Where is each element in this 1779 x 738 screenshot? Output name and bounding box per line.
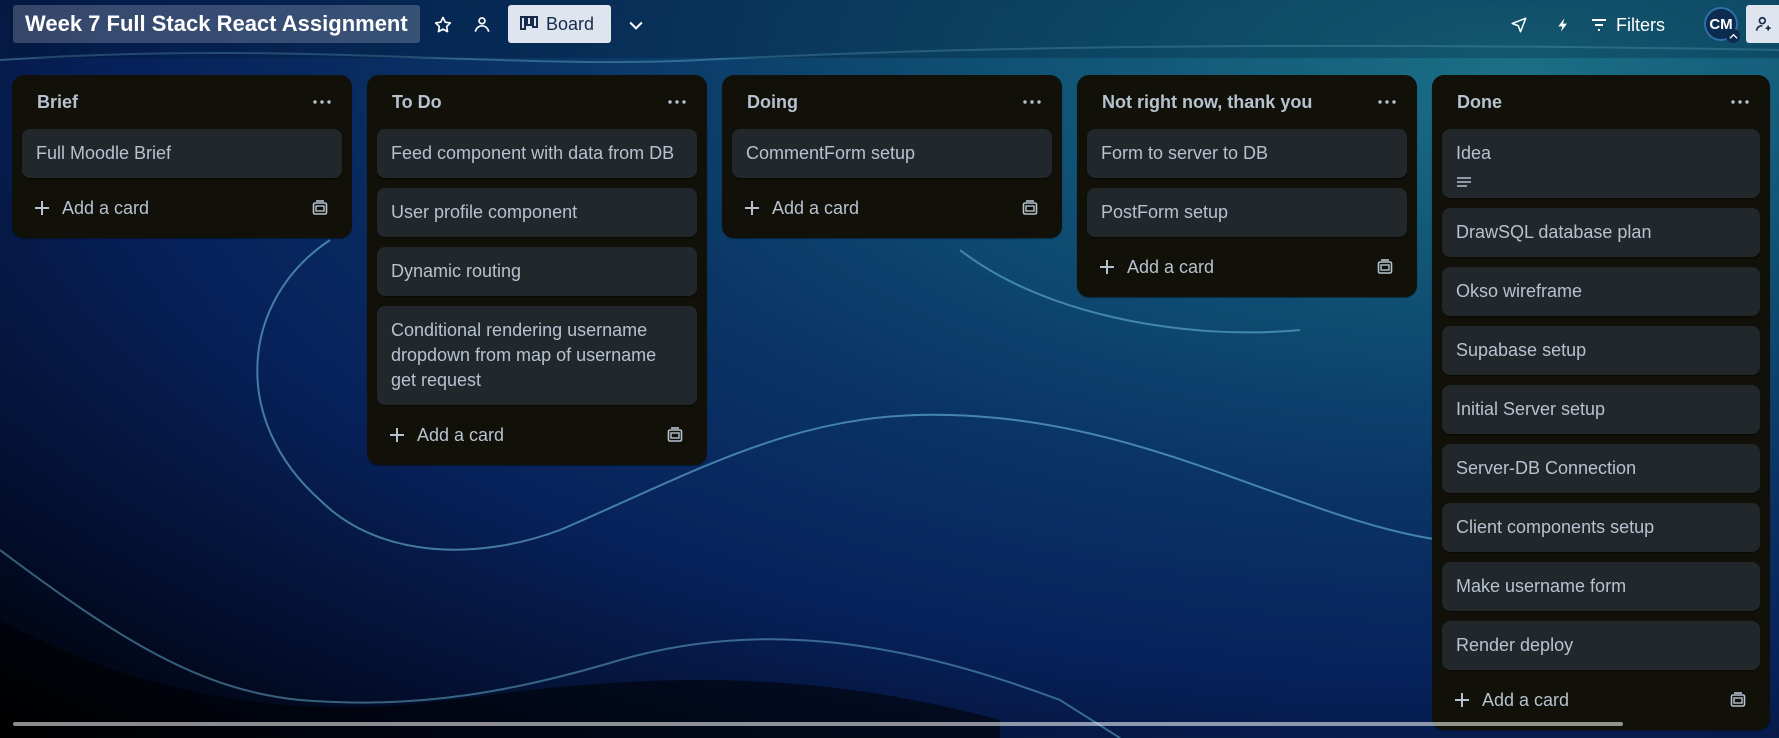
add-card-label: Add a card [417,424,505,445]
list-title[interactable]: Brief [37,92,78,113]
filters-button[interactable]: Filters [1590,8,1678,42]
card[interactable]: Dynamic routing [377,247,697,296]
card[interactable]: Form to server to DB [1087,129,1407,178]
create-from-template-button[interactable] [1016,194,1044,222]
card[interactable]: Client components setup [1442,503,1760,552]
plus-icon [1100,260,1114,274]
list-title[interactable]: To Do [392,92,442,113]
visibility-button[interactable] [468,11,496,39]
team-visibility-icon [474,17,490,32]
chevron-down-icon [629,21,643,30]
card[interactable]: Server-DB Connection [1442,444,1760,493]
add-card-button[interactable]: Add a card [1454,690,1569,711]
automation-button[interactable] [1549,11,1577,39]
card[interactable]: Idea [1442,129,1760,198]
card[interactable]: DrawSQL database plan [1442,208,1760,257]
card[interactable]: Make username form [1442,562,1760,611]
plus-icon [745,201,759,215]
board-header: Week 7 Full Stack React Assignment Board… [0,0,1779,58]
template-icon [667,427,683,442]
card-title: Idea [1456,143,1492,163]
add-card-button[interactable]: Add a card [1099,257,1214,278]
switch-views-button[interactable] [622,11,650,39]
board-view-label: Board [546,13,595,34]
plus-icon [390,428,404,442]
create-from-template-button[interactable] [1724,686,1752,714]
share-button[interactable] [1746,5,1779,43]
add-card-button[interactable]: Add a card [744,198,859,219]
template-icon [1730,692,1746,707]
list-to-do: To Do Feed component with data from DB U… [367,75,707,465]
card[interactable]: Render deploy [1442,621,1760,670]
admin-badge-icon [1726,29,1740,43]
list-title[interactable]: Done [1457,92,1502,113]
list-menu-button[interactable] [1018,88,1046,116]
list-menu-button[interactable] [1373,88,1401,116]
list-not-right-now: Not right now, thank you Form to server … [1077,75,1417,297]
card[interactable]: Initial Server setup [1442,385,1760,434]
list-done: Done Idea DrawSQL database plan Okso wir… [1432,75,1770,730]
board-icon [520,16,538,30]
template-icon [1377,259,1393,274]
add-card-label: Add a card [1482,689,1570,710]
more-icon [668,100,686,104]
card[interactable]: Feed component with data from DB [377,129,697,178]
create-from-template-button[interactable] [661,421,689,449]
board-title[interactable]: Week 7 Full Stack React Assignment [13,5,420,43]
add-card-label: Add a card [1127,256,1215,277]
filter-icon [1592,19,1606,31]
card[interactable]: User profile component [377,188,697,237]
card[interactable]: Full Moodle Brief [22,129,342,178]
card[interactable]: PostForm setup [1087,188,1407,237]
card[interactable]: Supabase setup [1442,326,1760,375]
list-menu-button[interactable] [1726,88,1754,116]
plus-icon [35,201,49,215]
add-member-icon [1755,16,1771,31]
add-card-label: Add a card [772,197,860,218]
add-card-label: Add a card [62,197,150,218]
star-icon [434,16,452,33]
more-icon [1731,100,1749,104]
list-doing: Doing CommentForm setup Add a card [722,75,1062,238]
card[interactable]: CommentForm setup [732,129,1052,178]
card[interactable]: Conditional rendering username dropdown … [377,306,697,405]
filters-label: Filters [1616,14,1665,35]
list-menu-button[interactable] [308,88,336,116]
more-icon [1378,100,1396,104]
list-menu-button[interactable] [663,88,691,116]
rocket-icon [1511,17,1527,33]
template-icon [1022,200,1038,215]
more-icon [313,100,331,104]
avatar[interactable]: CM [1704,7,1740,43]
list-title[interactable]: Doing [747,92,798,113]
lightning-icon [1558,18,1567,32]
power-ups-button[interactable] [1505,11,1533,39]
template-icon [312,200,328,215]
board-view-button[interactable]: Board [508,5,611,43]
more-icon [1023,100,1041,104]
list-title[interactable]: Not right now, thank you [1102,92,1312,113]
card[interactable]: Okso wireframe [1442,267,1760,316]
list-brief: Brief Full Moodle Brief Add a card [12,75,352,238]
create-from-template-button[interactable] [306,194,334,222]
create-from-template-button[interactable] [1371,253,1399,281]
plus-icon [1455,693,1469,707]
description-icon [1456,172,1746,188]
add-card-button[interactable]: Add a card [34,198,149,219]
star-board-button[interactable] [429,11,457,39]
horizontal-scrollbar[interactable] [13,722,1623,726]
add-card-button[interactable]: Add a card [389,425,504,446]
